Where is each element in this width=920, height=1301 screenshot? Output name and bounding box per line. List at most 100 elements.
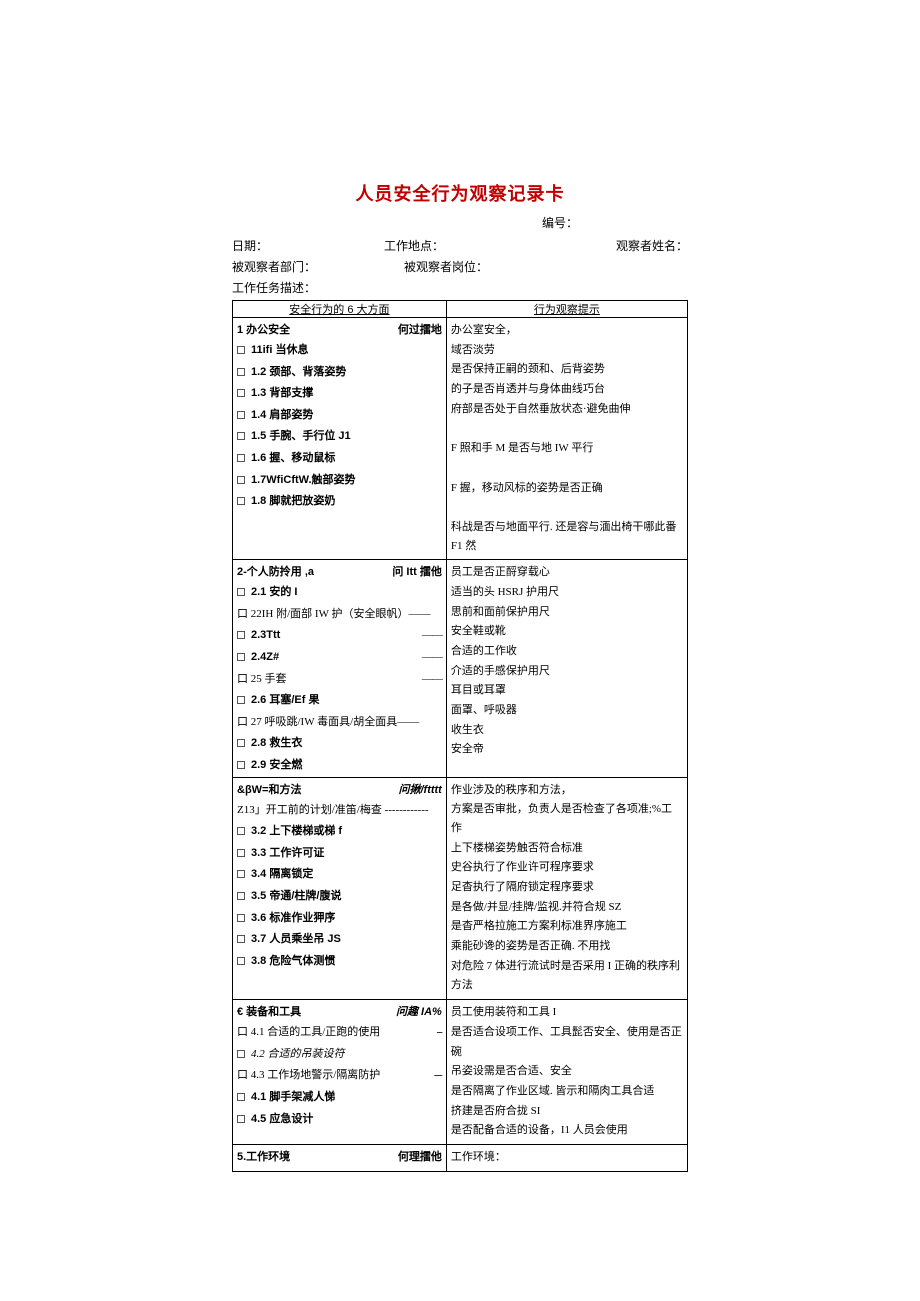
- number-row: 编号：: [232, 214, 688, 231]
- item-label: 1.6 握、移动鼠标: [251, 450, 442, 468]
- item-line: Z13」开工前的计划/准笛/梅查 ------------: [233, 800, 446, 822]
- hint-line: F 握，移动风标的姿势是否正确: [451, 479, 683, 498]
- hint-line: 足杳执行了隔府锁定程序要求: [451, 878, 683, 897]
- hint-line: 办公室安全，: [451, 321, 683, 340]
- item-line: 4.5 应急设计: [233, 1109, 446, 1131]
- item-label: 3.3 工作许可证: [251, 845, 442, 863]
- task-label: 工作任务描述：: [232, 279, 316, 296]
- section-right: 员工使用装符和工具 I是否适合设项工作、工具髭否安全、使用是否正碗吊姿设需是否合…: [446, 1000, 687, 1145]
- checkbox-icon: [237, 870, 245, 878]
- item-label: 口 25 手套: [237, 671, 418, 689]
- item-line: 4.1 脚手架减人悌: [233, 1087, 446, 1109]
- hint-line: 史谷执行了作业许可程序要求: [451, 858, 683, 877]
- section-left: 5.工作环境何理擂他: [233, 1144, 447, 1171]
- item-label: 2.8 救生衣: [251, 735, 442, 753]
- dash: ——: [422, 671, 442, 689]
- hint-line: 是否隔离了作业区域. 皆示和隔肉工具合适: [451, 1082, 683, 1101]
- meta-row-3: 工作任务描述：: [232, 279, 688, 296]
- section-head-left: € 装备和工具: [237, 1003, 301, 1019]
- section-head: 2-个人防拎用 ,a问 Itt 擂他: [233, 560, 446, 582]
- item-line: 2.3Ttt——: [233, 625, 446, 647]
- hint-line: 思前和面前保护用尺: [451, 603, 683, 622]
- location-label: 工作地点：: [384, 237, 536, 254]
- section-right: 员工是否正酹穿载心适当的头 HSRJ 护用尺思前和面前保护用尺安全鞋或靴合适的工…: [446, 560, 687, 777]
- hint-line: 碗: [451, 1043, 683, 1062]
- section-head-right: 问趣 IA%: [396, 1003, 442, 1019]
- item-label: 3.6 标准作业狎序: [251, 910, 442, 928]
- item-line: 2.4Z#——: [233, 647, 446, 669]
- item-line: 2.8 救生衣: [233, 733, 446, 755]
- hint-line: 耳目或耳罩: [451, 681, 683, 700]
- item-label: 口 4.1 合适的工具/正跑的使用: [237, 1024, 433, 1042]
- item-label: 3.4 隔离锁定: [251, 866, 442, 884]
- item-line: 2.1 安的 I: [233, 582, 446, 604]
- item-line: 3.4 隔离锁定: [233, 864, 446, 886]
- dash: --: [437, 1024, 442, 1042]
- section-head: &βW=和方法问揪/ftttt: [233, 778, 446, 800]
- item-line: 3.8 危险气体测惯: [233, 951, 446, 973]
- item-label: 1.7WfiCftW.触部姿势: [251, 472, 442, 490]
- checkbox-icon: [237, 476, 245, 484]
- section-head-right: 何过擂地: [398, 321, 442, 337]
- section-right: 办公室安全，域否淡劳是否保持正嗣的颈和、后背姿势的子是否肖透并与身体曲线巧台府部…: [446, 318, 687, 560]
- hint-line: [451, 498, 683, 517]
- item-line: 1.2 颈部、背落姿势: [233, 362, 446, 384]
- item-line: 2.6 耳塞/Ef 果: [233, 690, 446, 712]
- meta-row-1: 日期： 工作地点： 观察者姓名：: [232, 237, 688, 254]
- checkbox-icon: [237, 1050, 245, 1058]
- hint-line: 收生衣: [451, 721, 683, 740]
- document-title: 人员安全行为观察记录卡: [232, 180, 688, 206]
- item-label: 3.8 危险气体测惯: [251, 953, 442, 971]
- hint-line: 安全鞋或靴: [451, 622, 683, 641]
- section-head-right: 何理擂他: [398, 1148, 442, 1164]
- header-left: 安全行为的 6 大方面: [233, 301, 447, 318]
- item-line: 口 22IH 附/面部 IW 护（安全眼帆）——: [233, 604, 446, 626]
- checkbox-icon: [237, 389, 245, 397]
- section-head-left: 2-个人防拎用 ,a: [237, 563, 314, 579]
- item-label: 2.3Ttt: [251, 627, 418, 645]
- hint-line: 是否适合设项工作、工具髭否安全、使用是否正: [451, 1023, 683, 1042]
- section-left: &βW=和方法问揪/fttttZ13」开工前的计划/准笛/梅查 --------…: [233, 777, 447, 1000]
- checkbox-icon: [237, 1093, 245, 1101]
- item-line: 3.2 上下楼梯或梯 f: [233, 821, 446, 843]
- item-label: 口 27 呼吸跳/IW 毒面具/胡全面具——: [237, 714, 442, 732]
- item-label: 口 4.3 工作场地警示/隔离防护: [237, 1067, 430, 1085]
- hint-line: [451, 459, 683, 478]
- section-right: 作业涉及的秩序和方法，方案是否审批，负责人是否检查了各项准;%工作上下楼梯姿势触…: [446, 777, 687, 1000]
- section-head-left: 1 办公安全: [237, 321, 290, 337]
- header-right: 行为观察提示: [446, 301, 687, 318]
- checkbox-icon: [237, 696, 245, 704]
- item-label: 1.2 颈部、背落姿势: [251, 364, 442, 382]
- checkbox-icon: [237, 346, 245, 354]
- hint-line: 的子是否肖透并与身体曲线巧台: [451, 380, 683, 399]
- item-label: 11ifi 当休息: [251, 342, 442, 360]
- section-head: € 装备和工具 问趣 IA%: [233, 1000, 446, 1022]
- observer-label: 观察者姓名：: [536, 237, 688, 254]
- item-line: 1.8 脚就把放姿奶: [233, 491, 446, 513]
- item-label: 1.4 肩部姿势: [251, 407, 442, 425]
- item-label: 2.4Z#: [251, 649, 418, 667]
- checkbox-icon: [237, 935, 245, 943]
- item-line: 口 25 手套——: [233, 669, 446, 691]
- hint-line: 方法: [451, 976, 683, 995]
- item-line: 2.9 安全燃: [233, 755, 446, 777]
- item-label: 口 22IH 附/面部 IW 护（安全眼帆）——: [237, 606, 442, 624]
- item-label: 1.5 手腕、手行位 J1: [251, 428, 442, 446]
- checkbox-icon: [237, 849, 245, 857]
- section-left: 1 办公安全何过擂地11ifi 当休息1.2 颈部、背落姿势1.3 背部支撑1.…: [233, 318, 447, 560]
- item-line: 口 4.3 工作场地警示/隔离防护---: [233, 1065, 446, 1087]
- checkbox-icon: [237, 892, 245, 900]
- hint-line: 员工是否正酹穿载心: [451, 563, 683, 582]
- hint-line: 挤建是否府合拢 SI: [451, 1102, 683, 1121]
- item-line: 3.7 人员乘坐吊 JS: [233, 929, 446, 951]
- checkbox-icon: [237, 411, 245, 419]
- checkbox-icon: [237, 653, 245, 661]
- hint-line: 员工使用装符和工具 I: [451, 1003, 683, 1022]
- hint-line: 适当的头 HSRJ 护用尺: [451, 583, 683, 602]
- hint-line: 是否保持正嗣的颈和、后背姿势: [451, 360, 683, 379]
- post-label: 被观察者岗位：: [374, 258, 546, 275]
- section-head-right: 问揪/ftttt: [398, 781, 441, 797]
- checkbox-icon: [237, 761, 245, 769]
- hint-line: 上下楼梯姿势触否符合标准: [451, 839, 683, 858]
- hint-line: 对危险 7 体进行流试时是否采用 I 正确的秩序利: [451, 957, 683, 976]
